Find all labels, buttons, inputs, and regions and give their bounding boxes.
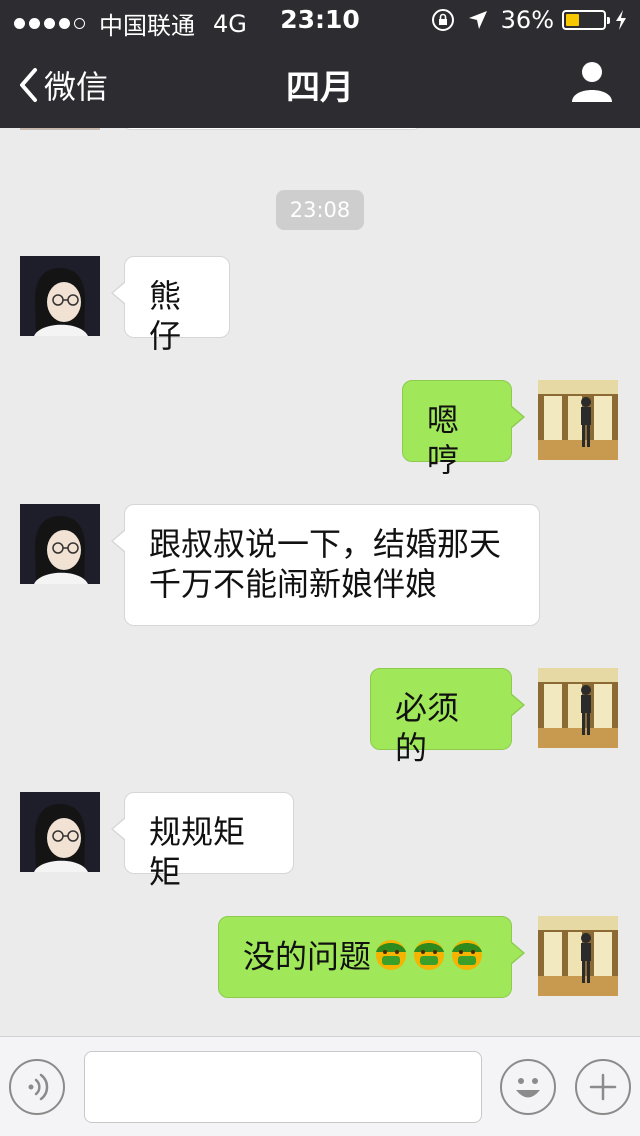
person-icon — [572, 62, 612, 102]
chat-info-button[interactable] — [572, 60, 612, 106]
message-bubble-out[interactable]: 嗯哼 — [402, 380, 525, 479]
message-text: 嗯哼 — [427, 401, 460, 479]
money-mouth-face-icon — [373, 936, 409, 981]
message-bubble-in[interactable]: 规规矩矩 — [111, 792, 294, 891]
plus-icon — [589, 1073, 617, 1101]
smiley-icon — [516, 1078, 540, 1098]
location-arrow-icon — [468, 11, 487, 29]
message-text-line: 千万不能闹新娘伴娘 — [149, 565, 438, 603]
avatar-contact[interactable] — [20, 792, 100, 872]
avatar-contact[interactable] — [20, 504, 100, 584]
message-text: 熊仔 — [149, 277, 182, 355]
message-text: 必须的 — [395, 689, 460, 767]
nav-bar: 微信 四月 — [0, 40, 640, 128]
more-button[interactable] — [575, 1059, 631, 1115]
message-timestamp: 23:08 — [276, 190, 364, 230]
money-mouth-face-icon — [411, 936, 447, 981]
money-mouth-face-icon — [449, 936, 485, 981]
avatar — [20, 128, 100, 130]
avatar-self[interactable] — [538, 380, 618, 460]
message-bubble-out[interactable]: 必须的 — [370, 668, 525, 767]
chat-area[interactable]: 23:08 熊仔 嗯哼 跟叔叔说一下，结婚那天 千万不能闹新娘伴娘 必须的 规规… — [0, 128, 640, 1036]
message-text: 规规矩矩 — [149, 813, 246, 891]
orientation-lock-icon — [431, 9, 454, 31]
message-bubble-out[interactable]: 没的问题 — [218, 916, 525, 998]
avatar-contact[interactable] — [20, 256, 100, 336]
avatar-self[interactable] — [538, 668, 618, 748]
input-bar — [0, 1036, 640, 1136]
charging-bolt-icon — [616, 10, 626, 30]
battery-percent: 36% — [500, 6, 554, 34]
page-title: 四月 — [286, 68, 354, 108]
status-bar: 中国联通 4G 23:10 36% — [0, 0, 640, 40]
message-text-line: 跟叔叔说一下，结婚那天 — [149, 525, 502, 563]
emoji-button[interactable] — [500, 1059, 556, 1115]
status-right: 36% — [431, 6, 628, 34]
message-input[interactable] — [84, 1051, 482, 1123]
message-bubble — [124, 128, 420, 130]
battery-icon — [562, 10, 610, 30]
message-bubble-in[interactable]: 熊仔 — [111, 256, 230, 355]
message-text: 没的问题 — [243, 937, 372, 976]
voice-icon — [28, 1073, 49, 1101]
message-bubble-in[interactable]: 跟叔叔说一下，结婚那天 千万不能闹新娘伴娘 — [111, 504, 540, 626]
voice-button[interactable] — [9, 1059, 65, 1115]
battery-fill — [566, 14, 579, 26]
avatar-self[interactable] — [538, 916, 618, 996]
